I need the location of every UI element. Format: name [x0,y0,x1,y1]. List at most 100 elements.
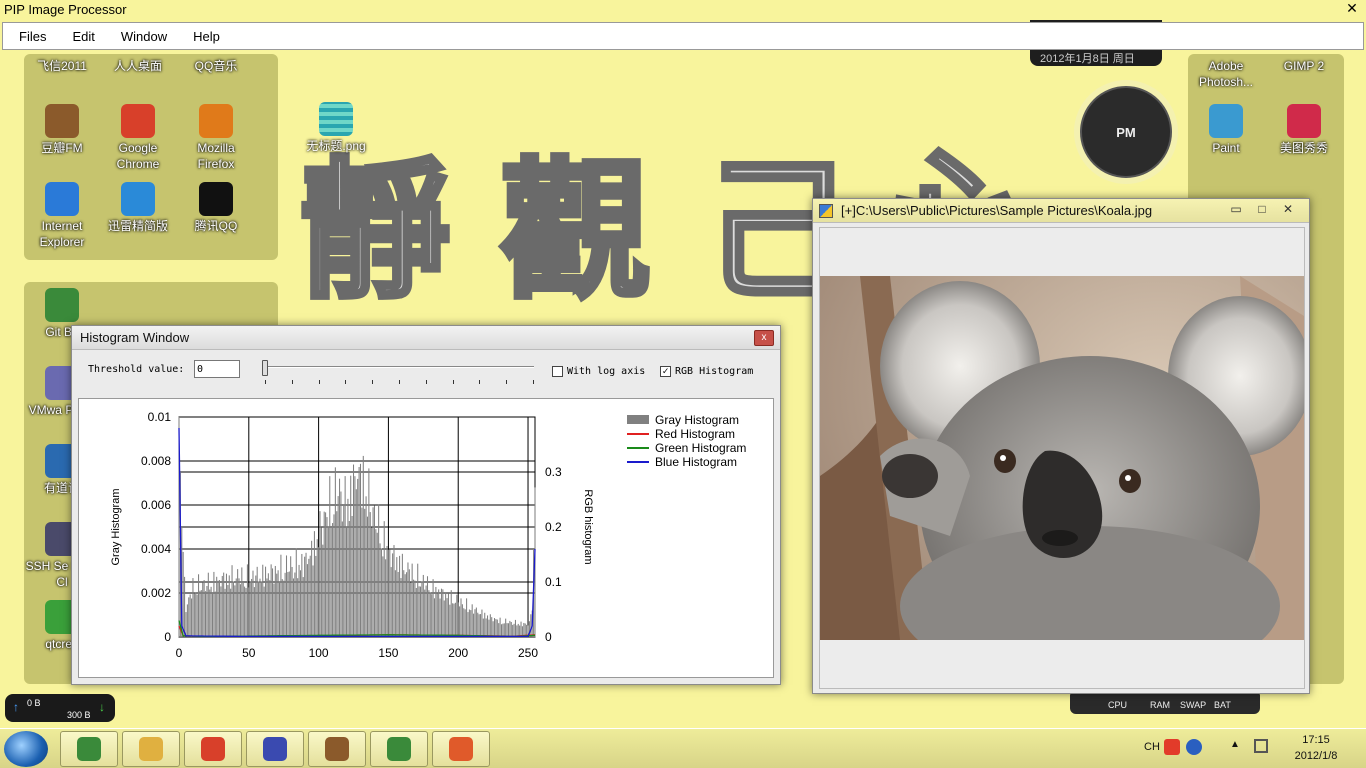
gray-histogram-bar [502,623,504,637]
rgb-histogram-box[interactable]: ✓ [660,366,671,377]
threshold-input[interactable] [194,360,240,378]
gray-histogram-bar [207,572,209,637]
legend-label: Blue Histogram [655,455,737,469]
app-close-button[interactable]: ✕ [1342,0,1362,18]
gray-histogram-bar [450,590,452,637]
histogram-controls: Threshold value: With log axis ✓ RGB His… [78,352,774,396]
gray-histogram-bar [484,612,486,637]
desktop-icon[interactable]: Internet Explorer [24,182,100,250]
taskbar-button[interactable] [432,731,490,767]
network-tray-icon[interactable] [1254,739,1268,753]
meter-swap: SWAP [1180,700,1207,710]
desktop-icon-label: 腾讯QQ [194,219,238,233]
gray-histogram-bar [468,609,470,637]
gray-histogram-bar [283,580,285,637]
chrome-icon [121,104,155,138]
paint-icon [1209,104,1243,138]
taskbar-clock[interactable]: 17:15 2012/1/8 [1284,732,1348,764]
clock-date: 2012/1/8 [1294,750,1338,762]
gray-histogram-bar [512,624,514,637]
desktop-icon[interactable]: Paint [1188,104,1264,156]
x-tick-label: 0 [176,646,183,660]
image-window: [+]C:\Users\Public\Pictures\Sample Pictu… [812,198,1310,694]
histogram-chart: 0 50 100 150 200 250 0 0.002 0.004 0.006 0.008 0.01… [110,410,746,660]
desktop-icon[interactable]: Adobe Photosh... [1188,58,1264,90]
gray-histogram-bar [431,594,433,637]
minimize-button[interactable]: ▭ [1223,201,1249,219]
image-window-titlebar[interactable]: [+]C:\Users\Public\Pictures\Sample Pictu… [813,199,1309,223]
y-left-tick-label: 0.006 [141,498,171,512]
sogou-icon[interactable] [1164,739,1180,755]
desktop-icon[interactable]: QQ音乐 [178,58,254,74]
rgb-histogram-checkbox[interactable]: ✓ RGB Histogram [660,366,753,377]
y-right-tick-label: 0.3 [545,465,562,479]
close-button[interactable]: ✕ [1275,201,1301,219]
xunlei-icon [121,182,155,216]
taskbar-button[interactable] [308,731,366,767]
gray-histogram-bar [203,580,205,637]
desktop-icon[interactable]: 豆瓣FM [24,104,100,156]
desktop-icon[interactable]: Google Chrome [100,104,176,172]
desktop-icon[interactable]: 迅雷精简版 [100,182,176,234]
desktop-icon[interactable]: GIMP 2 [1266,58,1342,74]
gray-histogram-bar [389,549,391,637]
gray-histogram-bar [192,578,194,637]
taskbar-button[interactable] [184,731,242,767]
gray-histogram-bar [485,618,487,637]
desktop-file-png[interactable]: 无标题.png [298,102,374,154]
gray-histogram-bar [422,574,424,637]
gray-histogram-bar [362,455,364,637]
taskbar-button[interactable] [60,731,118,767]
start-button[interactable] [4,731,48,767]
desktop-icon[interactable]: 腾讯QQ [178,182,254,234]
y-left-tick-label: 0.004 [141,542,171,556]
gray-histogram-bar [255,575,257,637]
taskbar-button[interactable] [122,731,180,767]
threshold-slider[interactable] [260,360,536,386]
menu-files[interactable]: Files [3,29,56,44]
menu-help[interactable]: Help [177,29,230,44]
tray-expand-icon[interactable]: ▲ [1230,739,1240,750]
maximize-button[interactable]: □ [1249,201,1275,219]
gray-histogram-bar [454,602,456,637]
help-icon[interactable] [1186,739,1202,755]
gray-histogram-bar [292,578,294,637]
desktop-file-label: 无标题.png [306,139,366,153]
desktop-icon-label: 美图秀秀 [1279,141,1328,155]
desktop-icon[interactable]: 飞信2011 [24,58,100,74]
histogram-window-titlebar[interactable]: Histogram Window x [72,326,780,350]
gray-histogram-bar [516,625,518,637]
log-axis-box[interactable] [552,366,563,377]
ime-indicator[interactable]: CH [1144,741,1160,753]
desktop-icon[interactable]: Mozilla Firefox [178,104,254,172]
gray-histogram-bar [510,621,512,637]
clock-dial: PM [1080,86,1172,178]
desktop-icon[interactable]: 美图秀秀 [1266,104,1342,156]
gray-histogram-bar [507,623,509,637]
gray-histogram-bar [294,572,296,637]
menu-window[interactable]: Window [105,29,177,44]
gray-histogram-bar [297,578,299,637]
log-axis-checkbox[interactable]: With log axis [552,366,645,377]
gray-histogram-bar [428,590,430,637]
clock-time: 17:15 [1302,734,1330,746]
histogram-close-button[interactable]: x [754,330,774,346]
gray-histogram-bar [316,539,318,637]
slider-thumb[interactable] [262,360,268,376]
download-arrow-icon: ↓ [99,700,105,714]
gray-histogram-bar [218,580,221,637]
net-down: 300 B [67,710,91,720]
y-left-tick-label: 0.008 [141,454,171,468]
gray-histogram-bar [447,593,449,637]
gray-histogram-bar [354,476,356,637]
menu-edit[interactable]: Edit [56,29,104,44]
desktop-icon[interactable]: 人人桌面 [100,58,176,74]
taskbar-button[interactable] [370,731,428,767]
gray-histogram-bar [394,570,396,637]
gray-histogram-bar [302,577,304,637]
gray-histogram-bar [258,581,260,637]
slider-tick [506,380,508,384]
gray-histogram-bar [415,587,417,637]
taskbar-button[interactable] [246,731,304,767]
gray-histogram-bar [474,609,476,637]
